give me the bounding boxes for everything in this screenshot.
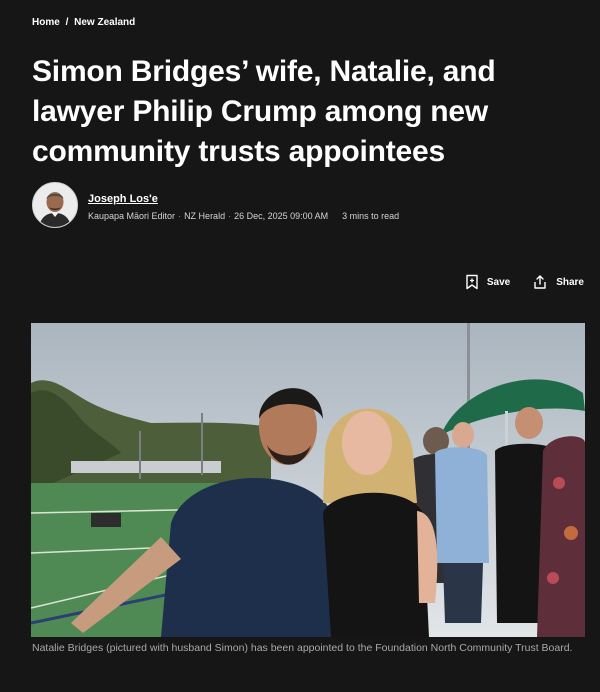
save-button[interactable]: Save [465, 274, 510, 290]
breadcrumb: Home / New Zealand [32, 17, 135, 28]
article-hero-image[interactable] [31, 323, 585, 637]
author-name-link[interactable]: Joseph Los'e [88, 193, 158, 205]
meta-separator: · [178, 211, 182, 221]
article-meta: Kaupapa Māori Editor · NZ Herald · 26 Dec, 2… [88, 211, 399, 221]
photo-illustration [31, 323, 585, 637]
share-button[interactable]: Share [532, 274, 584, 290]
share-label: Share [556, 276, 584, 288]
breadcrumb-separator: / [65, 17, 69, 28]
bookmark-add-icon [465, 274, 479, 290]
byline: Joseph Los'e Kaupapa Māori Editor · NZ Her… [32, 182, 399, 228]
breadcrumb-section-link[interactable]: New Zealand [74, 17, 135, 28]
author-portrait-icon [33, 183, 77, 227]
publish-date: 26 Dec, 2025 09:00 AM [234, 211, 329, 221]
meta-separator: · [228, 211, 232, 221]
author-role: Kaupapa Māori Editor [88, 211, 176, 221]
article-actions: Save Share [443, 274, 584, 290]
read-time: 3 mins to read [342, 211, 400, 221]
save-label: Save [486, 276, 511, 288]
outlet-name: NZ Herald [184, 211, 226, 221]
image-caption: Natalie Bridges (pictured with husband S… [32, 642, 573, 654]
share-icon [532, 274, 548, 290]
author-avatar[interactable] [32, 182, 78, 228]
article-title: Simon Bridges’ wife, Natalie, and lawyer… [32, 55, 496, 168]
breadcrumb-home-link[interactable]: Home [32, 17, 60, 28]
